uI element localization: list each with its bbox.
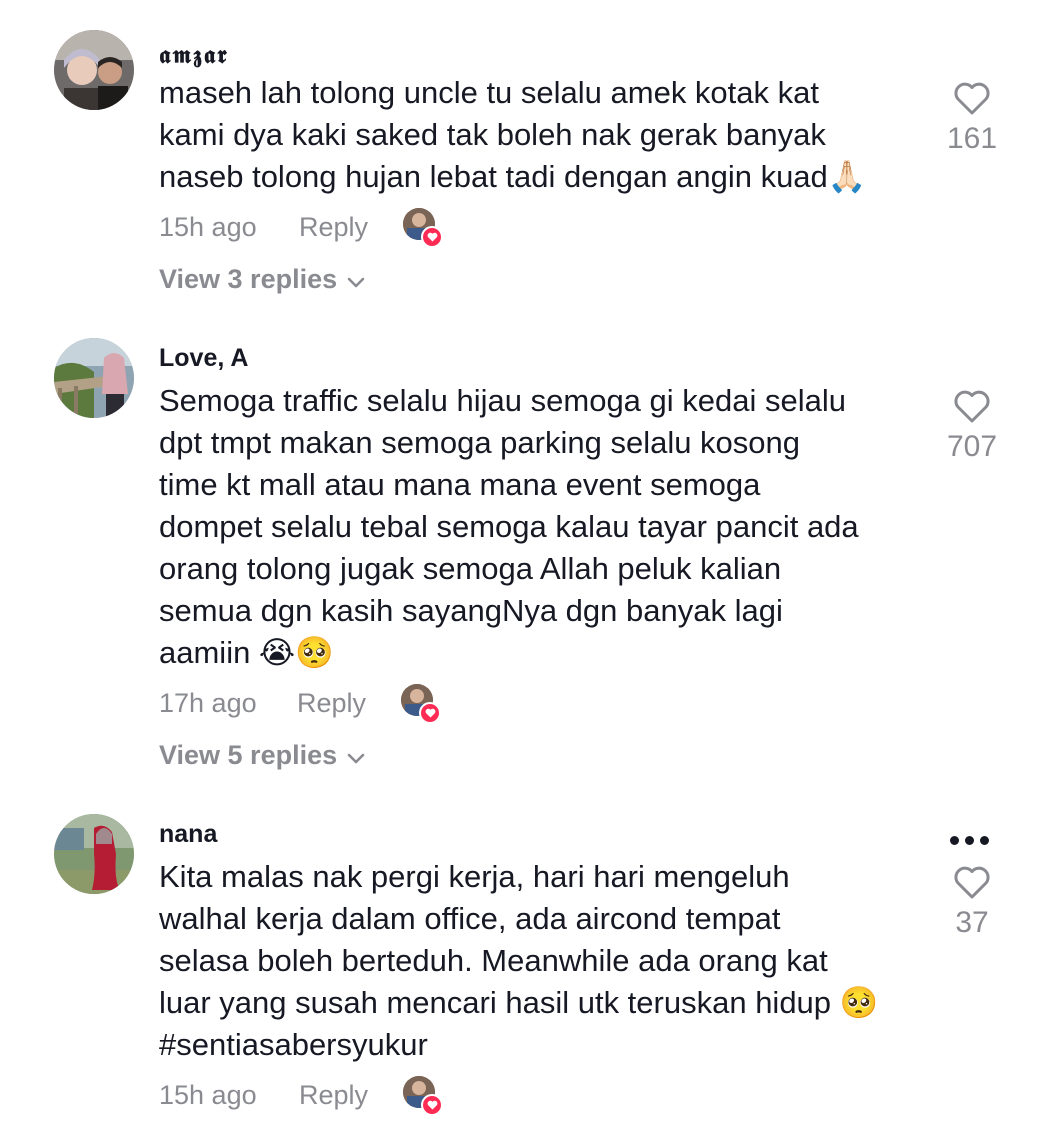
avatar[interactable] (54, 814, 134, 894)
heart-outline-icon[interactable] (952, 864, 992, 900)
comment-meta: 15h ago Reply (159, 208, 459, 248)
creator-liked-badge-icon (403, 1076, 443, 1116)
view-replies-label: View 3 replies (159, 264, 338, 294)
comment-username[interactable]: nana (159, 820, 217, 849)
like-count: 161 (946, 122, 998, 155)
avatar[interactable] (54, 338, 134, 418)
like-column: 707 (930, 388, 1014, 464)
comment-username[interactable]: 𝖆𝖒𝖟𝖆𝖗 (159, 40, 229, 69)
avatar-image (54, 338, 134, 418)
comment-username[interactable]: Love, A (159, 344, 248, 373)
like-column: 161 (930, 80, 1014, 156)
like-count: 37 (955, 906, 989, 939)
heart-outline-icon[interactable] (952, 388, 992, 424)
creator-liked-badge-icon (401, 684, 441, 724)
like-column: 37 (930, 864, 1014, 940)
comment-text: Semoga traffic selalu hijau semoga gi ke… (159, 383, 859, 670)
creator-liked-badge-icon (403, 208, 443, 248)
view-replies-label: View 5 replies (159, 740, 338, 770)
like-count: 707 (946, 430, 998, 463)
heart-outline-icon[interactable] (952, 80, 992, 116)
chevron-down-icon (347, 265, 365, 296)
comment-timestamp: 15h ago (159, 212, 257, 242)
view-replies-button[interactable]: View 3 replies (159, 264, 365, 296)
comment-text: Kita malas nak pergi kerja, hari hari me… (159, 859, 879, 1062)
comment-timestamp: 15h ago (159, 1080, 257, 1110)
more-options-icon[interactable] (950, 832, 996, 846)
comment-meta: 15h ago Reply (159, 1076, 459, 1116)
comment-text: maseh lah tolong uncle tu selalu amek ko… (159, 75, 867, 194)
reply-button[interactable]: Reply (299, 1080, 368, 1111)
avatar-image (54, 30, 134, 110)
reply-button[interactable]: Reply (299, 212, 368, 243)
view-replies-button[interactable]: View 5 replies (159, 740, 365, 772)
comment-timestamp: 17h ago (159, 688, 257, 718)
chevron-down-icon (347, 741, 365, 772)
reply-button[interactable]: Reply (297, 688, 366, 719)
avatar-image (54, 814, 134, 894)
avatar[interactable] (54, 30, 134, 110)
comment-meta: 17h ago Reply (159, 684, 459, 724)
